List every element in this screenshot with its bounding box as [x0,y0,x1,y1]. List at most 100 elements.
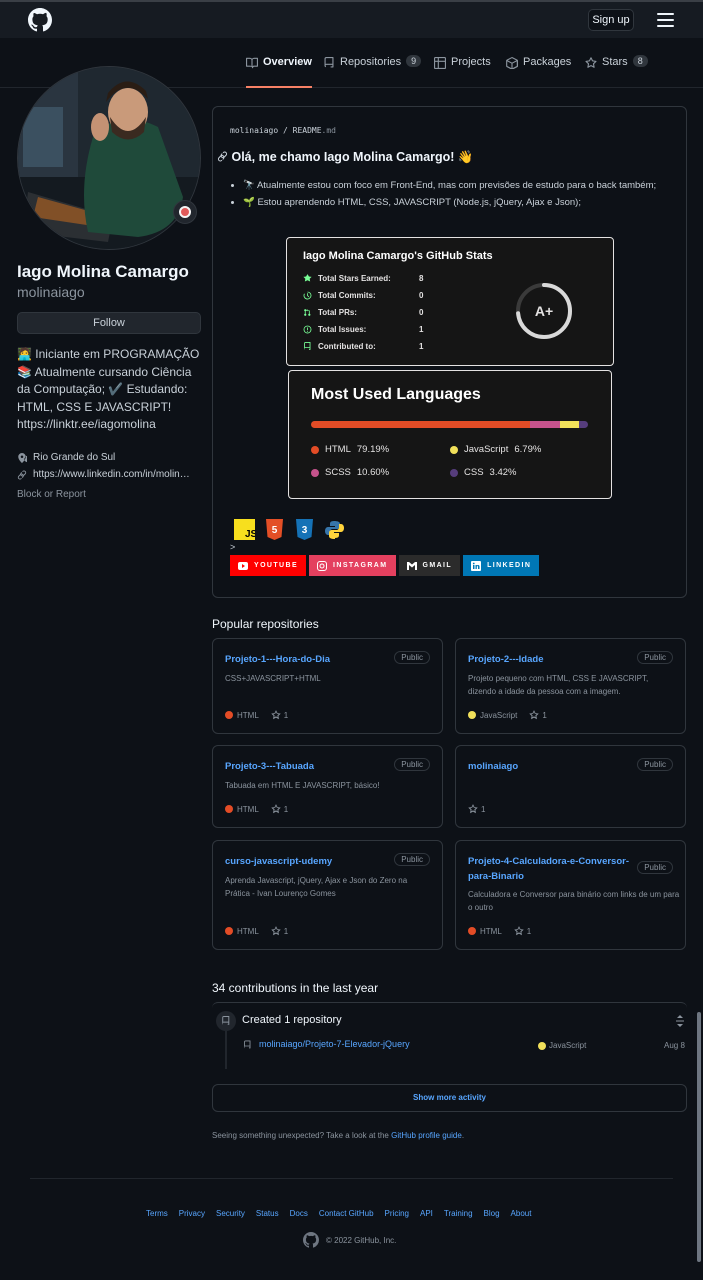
footer-link-blog[interactable]: Blog [484,1209,500,1218]
profile-website[interactable]: https://www.linkedin.com/in/molin… [17,469,190,480]
created-repo-link[interactable]: molinaiago/Projeto-7-Elevador-jQuery [259,1039,410,1049]
status-emoji[interactable] [173,200,197,224]
star-icon [468,804,478,814]
language-dot [225,805,233,813]
readme-list: 🔭 Atualmente estou com foco em Front-End… [243,178,663,212]
block-or-report-link[interactable]: Block or Report [17,489,86,500]
stat-label: Total Issues: [318,325,367,334]
star-icon [529,710,540,720]
repo-stars[interactable]: 1 [529,710,547,720]
event-date: Aug 8 [664,1041,685,1050]
public-badge: Public [394,651,430,664]
note-text: Seeing something unexpected? Take a look… [212,1131,392,1140]
repo-card: molinaiago Public 1 [455,745,686,828]
tab-repositories[interactable]: Repositories 9 [323,55,422,88]
github-logo-icon[interactable] [28,8,52,32]
anchor-link-icon[interactable] [217,151,228,162]
footer-link-privacy[interactable]: Privacy [179,1209,205,1218]
readme-list-item: 🔭 Atualmente estou com foco em Front-End… [243,178,663,193]
tab-stars[interactable]: Stars 8 [585,55,648,88]
copyright: © 2022 GitHub, Inc. [303,1232,396,1248]
repo-footer: HTML 1 [225,926,288,936]
tab-label: Packages [523,56,572,68]
tab-label: Repositories [340,56,402,68]
instagram-badge[interactable]: INSTAGRAM [309,555,396,576]
gmail-badge[interactable]: GMAIL [398,555,461,576]
avatar[interactable] [17,66,201,250]
repo-icon [324,57,334,68]
profile-guide-link[interactable]: GitHub profile guide [391,1131,462,1140]
language-percent: 6.79% [514,444,542,455]
language-dot [468,927,476,935]
profile-readme: molinaiago / README.md Olá, me chamo Iag… [212,106,687,598]
footer-link-docs[interactable]: Docs [290,1209,308,1218]
language-dot [311,445,319,454]
youtube-icon [238,561,248,570]
tab-overview[interactable]: Overview [246,56,312,88]
show-more-activity-button[interactable]: Show more activity [212,1084,687,1112]
language-name: JavaScript [549,1041,587,1050]
repo-stars[interactable]: 1 [271,926,288,936]
readme-heading-text: Olá, me chamo Iago Molina Camargo! 👋 [231,150,474,164]
footer-link-api[interactable]: API [420,1209,433,1218]
repo-stars[interactable]: 1 [468,804,485,814]
repo-name-link[interactable]: curso-javascript-udemy [225,854,332,869]
repo-name-link[interactable]: Projeto-3---Tabuada [225,759,314,774]
bio-line: 📚 Atualmente cursando Ciência da Computa… [17,364,192,414]
menu-icon[interactable] [657,13,674,27]
tab-packages[interactable]: Packages [506,56,571,88]
location-text: Rio Grande do Sul [33,452,116,463]
footer-links: Terms Privacy Security Status Docs Conta… [146,1209,531,1218]
public-badge: Public [637,651,673,664]
repo-name-link[interactable]: molinaiago [468,759,518,774]
repositories-count: 9 [406,55,422,67]
language-bar-segment [559,421,579,428]
star-icon [585,57,597,68]
badge-label: LINKEDIN [487,562,532,569]
gmail-icon [406,561,417,570]
javascript-icon: JS [234,519,258,540]
language-item: JavaScript 6.79% [450,444,541,455]
repo-stars[interactable]: 1 [514,926,531,936]
footer-link-pricing[interactable]: Pricing [385,1209,409,1218]
table-icon [434,57,446,69]
tab-label: Stars [602,56,628,68]
language-percent: 79.19% [356,444,390,455]
repo-name-link[interactable]: Projeto-1---Hora-do-Dia [225,652,330,667]
stat-label: Total Commits: [318,291,376,300]
footer-link-security[interactable]: Security [216,1209,245,1218]
repo-footer: HTML 1 [468,926,531,936]
unfold-icon[interactable] [676,1015,684,1027]
grade-text: A+ [535,303,553,319]
footer-link-training[interactable]: Training [444,1209,473,1218]
footer-link-contact[interactable]: Contact GitHub [319,1209,374,1218]
repo-name-link[interactable]: Projeto-2---Idade [468,652,543,667]
badge-label: YOUTUBE [254,562,299,569]
bio-line: 🧑‍💻 Iniciante em PROGRAMAÇÃO [17,347,200,361]
footer-link-terms[interactable]: Terms [146,1209,168,1218]
repo-stars[interactable]: 1 [271,710,288,720]
sign-up-button[interactable]: Sign up [588,9,634,31]
footer-link-status[interactable]: Status [256,1209,279,1218]
star-icon [271,804,281,814]
public-badge: Public [394,853,430,866]
tab-label: Overview [263,56,312,68]
github-logo-icon[interactable] [303,1232,319,1248]
note-end: . [461,1131,465,1140]
repo-name-link[interactable]: Projeto-4-Calculadora-e-Conversor-para-B… [468,854,643,884]
scrollbar[interactable] [697,1012,701,1262]
event-title: Created 1 repository [242,1014,342,1026]
public-badge: Public [637,861,673,874]
footer-link-about[interactable]: About [511,1209,532,1218]
tab-projects[interactable]: Projects [434,56,491,88]
youtube-badge[interactable]: YOUTUBE [230,555,307,576]
linkedin-badge[interactable]: LINKEDIN [463,555,540,576]
contributions-title: 34 contributions in the last year [212,981,379,995]
readme-path-user[interactable]: molinaiago [230,126,278,135]
language-dot [225,927,233,935]
star-icon [271,926,281,936]
bio-link[interactable]: https://linktr.ee/iagomolina [17,416,207,434]
follow-button[interactable]: Follow [17,312,201,334]
repo-stars[interactable]: 1 [271,804,288,814]
website-text[interactable]: https://www.linkedin.com/in/molin… [33,469,190,480]
